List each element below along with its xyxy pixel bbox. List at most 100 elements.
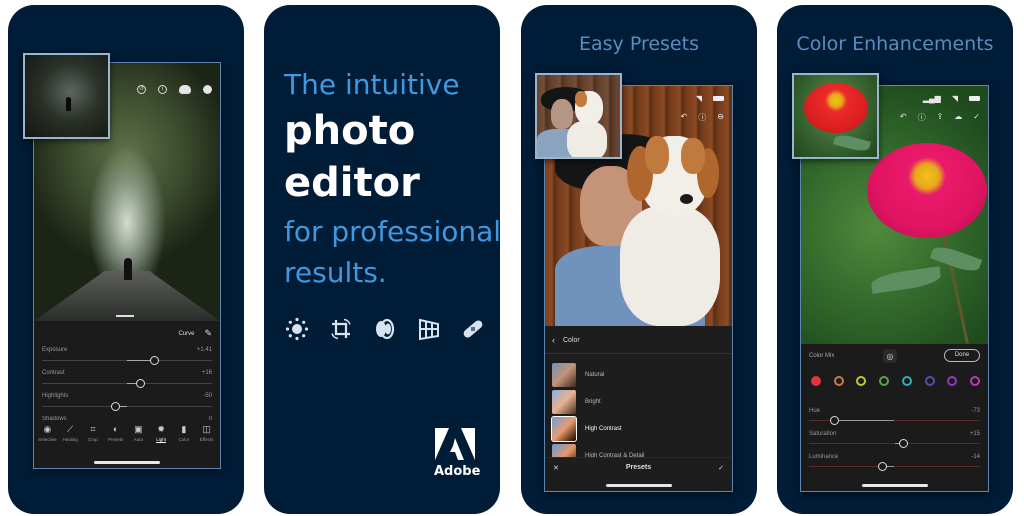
tool-label: Healing [62,437,78,442]
preset-name: High Contrast [585,426,622,432]
tool-label: Light [156,437,166,443]
done-button[interactable]: Done [944,349,980,362]
slider-knob[interactable] [878,462,888,471]
preset-bright[interactable]: Bright [552,390,601,414]
dog-body [567,121,607,157]
card-title: Color Enhancements [796,33,994,55]
tool-label: Selective [38,437,57,442]
adobe-wordmark: Adobe [434,464,481,479]
saturation-slider[interactable]: Saturation +15 [809,431,980,453]
target-adjust-icon[interactable]: ◎ [883,349,897,363]
photo-toolbar: ↶ ⓘ ⊖ [681,112,724,123]
before-thumbnail [792,73,879,159]
share-icon[interactable]: ⇪ [937,112,944,123]
swatch-orange[interactable] [833,376,844,386]
swatch-purple[interactable] [947,376,958,386]
healing-bandage-icon [460,316,486,342]
presets-footer-title: Presets [625,464,652,471]
swatch-blue[interactable] [924,376,935,386]
undo-icon[interactable]: ↶ [681,112,688,123]
slider-knob[interactable] [136,379,146,388]
tool-label: Effects [199,437,214,442]
info-icon[interactable]: ⓘ [918,112,926,123]
tool-presets[interactable]: ◐ Presets [104,424,127,454]
card-title: Easy Presets [579,33,699,55]
home-indicator [94,461,160,464]
preset-name: Natural [585,372,605,378]
geometry-icon [416,316,442,342]
confirm-check-icon[interactable]: ✓ [973,112,980,123]
slider-knob[interactable] [898,439,908,448]
curve-control[interactable]: Curve ✎ [178,328,212,339]
confirm-check-icon[interactable]: ✓ [718,464,724,472]
curve-label: Curve [178,330,195,337]
leaf [870,266,942,294]
swatch-yellow[interactable] [856,376,867,386]
tool-selective[interactable]: ◉ Selective [36,424,59,454]
back-chevron-icon[interactable]: ‹ [552,335,555,345]
color-swatches [811,376,980,386]
highlights-label: Highlights [42,393,69,399]
hue-label: Hue [809,408,821,414]
slider-knob[interactable] [149,356,159,365]
preset-thumbnail [552,390,576,414]
contrast-value: +16 [201,370,212,376]
slider-knob[interactable] [830,416,840,425]
walker-figure [66,97,71,111]
shadows-value: 0 [208,416,212,422]
slider-knob[interactable] [110,402,120,411]
highlights-slider[interactable]: Highlights -50 [42,393,212,415]
exposure-slider[interactable]: Exposure +1.41 [42,347,212,369]
tool-auto[interactable]: ▣ Auto [127,424,150,454]
curve-pencil-icon[interactable]: ✎ [204,328,212,339]
exposure-label: Exposure [42,347,68,353]
light-icon [284,316,310,342]
tool-light[interactable]: ✹ Light [150,424,173,454]
wifi-icon: ◥ [695,94,702,103]
lens-icon [372,316,398,342]
tool-effects[interactable]: ◫ Effects [195,424,218,454]
more-icon[interactable]: ⊖ [717,112,724,123]
contrast-slider[interactable]: Contrast +16 [42,370,212,392]
tool-crop[interactable]: ⌗ Crop [82,424,105,454]
highlights-value: -50 [203,393,212,399]
before-thumbnail [535,73,622,159]
preset-thumbnail [552,363,576,387]
cloud-sync-icon[interactable]: ☁ [954,112,962,123]
signal-icon: ▂▄▆ [922,94,941,103]
adobe-mark-icon [435,428,475,460]
walker-figure [124,258,132,280]
healing-icon: ⟋ [66,424,74,434]
status-bar: ◥ [696,94,724,103]
swatch-magenta[interactable] [969,376,980,386]
hue-slider[interactable]: Hue -73 [809,408,980,430]
swatch-green[interactable] [879,376,890,386]
cloud-sync-icon[interactable] [179,85,191,94]
history-icon[interactable]: ↺ [137,85,146,94]
presets-icon: ◐ [112,424,119,434]
preset-name: Bright [585,399,601,405]
tool-healing[interactable]: ⟋ Healing [59,424,82,454]
status-bar: ▂▄▆ ◥ [923,94,980,103]
promo-card: The intuitive photo editor for professio… [264,5,500,514]
preset-high-contrast[interactable]: High Contrast [551,416,622,442]
headline-line-2: photo [284,108,416,154]
tool-color[interactable]: ▮ Color [173,424,196,454]
home-indicator [861,484,928,487]
undo-icon[interactable]: ↶ [900,112,907,123]
cancel-icon[interactable]: ✕ [553,464,559,472]
slider-track [42,406,212,407]
luminance-label: Luminance [809,454,839,460]
more-icon[interactable] [203,85,212,94]
swatch-aqua[interactable] [901,376,912,386]
saturation-value: +15 [969,431,980,437]
info-icon[interactable]: ⓘ [698,112,706,123]
swatch-red[interactable] [811,376,821,386]
slider-fill [834,420,895,421]
preset-natural[interactable]: Natural [552,363,604,387]
luminance-slider[interactable]: Luminance -14 [809,454,980,476]
info-icon[interactable]: i [158,85,167,94]
screenshot-card-color: Color Enhancements ▂▄▆ ◥ ↶ ⓘ ⇪ ☁ ✓ Color… [777,5,1013,514]
face [551,99,573,129]
dog-nose [680,194,693,204]
